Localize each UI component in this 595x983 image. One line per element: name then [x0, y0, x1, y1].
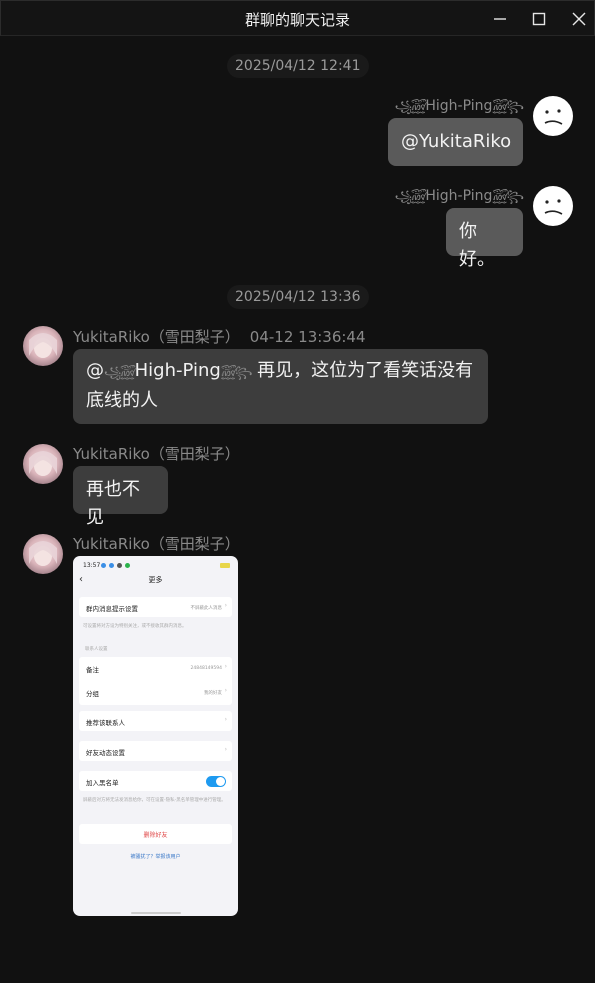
message-bubble[interactable]: 你好。	[446, 208, 523, 270]
message-time: 04-12 13:36:44	[249, 328, 366, 346]
notification-icon	[109, 563, 114, 568]
sender-avatar[interactable]	[23, 444, 63, 484]
blacklist-toggle	[206, 776, 226, 787]
section-label: 联系人设置	[85, 647, 108, 652]
delete-friend-label: 删除好友	[143, 832, 168, 839]
row-value: 不屏蔽此人消息	[190, 606, 223, 611]
chevron-right-icon: ›	[224, 716, 227, 723]
sender-name: YukitaRiko（雪田梨子）	[73, 445, 240, 463]
nickname-decoration-left: ꧁꫞	[104, 366, 136, 379]
report-link: 被骚扰了？举报该用户	[130, 854, 181, 860]
message-bubble[interactable]: @YukitaRiko	[388, 118, 523, 166]
nickname-decoration-right: ꫞꧂	[492, 190, 524, 203]
chevron-right-icon: ›	[224, 663, 227, 670]
settings-row: 推荐该联系人 ›	[79, 711, 232, 731]
nickname-decoration-right: ꫞꧂	[492, 100, 524, 113]
minimize-icon[interactable]	[491, 10, 509, 28]
battery-icon	[220, 563, 230, 568]
chevron-right-icon: ›	[224, 746, 227, 753]
close-icon[interactable]	[570, 10, 588, 28]
row-label: 群内消息提示设置	[86, 605, 138, 613]
settings-row: 好友动态设置 ›	[79, 741, 232, 761]
sender-avatar[interactable]	[23, 326, 63, 366]
row-label: 备注	[86, 666, 99, 674]
message-bubble[interactable]: 再也不见	[73, 466, 168, 528]
self-nickname-text: High-Ping	[425, 98, 493, 114]
self-nickname-text: High-Ping	[425, 188, 493, 204]
phone-page-title: 更多	[148, 576, 163, 584]
sender-name: YukitaRiko（雪田梨子）	[73, 328, 240, 346]
image-message[interactable]: 13:57 ‹ 更多 群内消息提示设置 不屏蔽此人消息 › 可设置将对方设为特别…	[73, 556, 238, 916]
maximize-icon[interactable]	[530, 10, 548, 28]
row-label: 好友动态设置	[86, 749, 125, 757]
chevron-right-icon: ›	[224, 687, 227, 694]
nickname-decoration-right: ꫞꧂	[220, 366, 253, 379]
row-label: 加入黑名单	[86, 779, 119, 787]
timestamp-divider: 2025/04/12 13:36	[227, 285, 369, 309]
phone-clock: 13:57	[83, 562, 101, 569]
row-label: 分组	[86, 690, 99, 698]
settings-group: 备注 24848149594 › 分组 我的好友 ›	[79, 657, 232, 705]
sender-name: YukitaRiko（雪田梨子）	[73, 535, 240, 553]
row-value: 24848149594	[190, 666, 223, 671]
row-label: 推荐该联系人	[86, 719, 125, 727]
notification-icon	[101, 563, 106, 568]
notification-icon	[117, 563, 122, 568]
settings-row: 加入黑名单	[79, 771, 232, 791]
sender-avatar[interactable]	[23, 534, 63, 574]
sender-line: YukitaRiko（雪田梨子） 04-12 13:36:44	[73, 326, 366, 347]
settings-row: 群内消息提示设置 不屏蔽此人消息 ›	[79, 597, 232, 617]
self-avatar[interactable]	[533, 186, 573, 226]
row-note: 可设置将对方设为特别关注，或不接收其群内消息。	[83, 624, 187, 629]
nickname-decoration-left: ꧁꫞	[394, 100, 427, 113]
settings-row: 删除好友	[79, 824, 232, 844]
row-note: 屏蔽后对方将无法发消息给你，可在设置-隐私-黑名单管理中进行管理。	[83, 798, 226, 803]
message-bubble[interactable]: @꧁꫞High-Ping꫞꧂ 再见，这位为了看笑话没有底线的人	[73, 349, 488, 424]
timestamp-divider: 2025/04/12 12:41	[227, 54, 369, 78]
notification-icon	[125, 563, 130, 568]
phone-header: ‹ 更多	[73, 572, 238, 588]
home-indicator	[131, 912, 181, 914]
mention-name[interactable]: High-Ping	[135, 360, 221, 381]
window-titlebar: 群聊的聊天记录	[0, 0, 595, 36]
nickname-decoration-left: ꧁꫞	[394, 190, 427, 203]
chevron-right-icon: ›	[224, 602, 227, 609]
mention-at: @	[86, 360, 104, 381]
row-value: 我的好友	[204, 691, 222, 696]
self-avatar[interactable]	[533, 96, 573, 136]
